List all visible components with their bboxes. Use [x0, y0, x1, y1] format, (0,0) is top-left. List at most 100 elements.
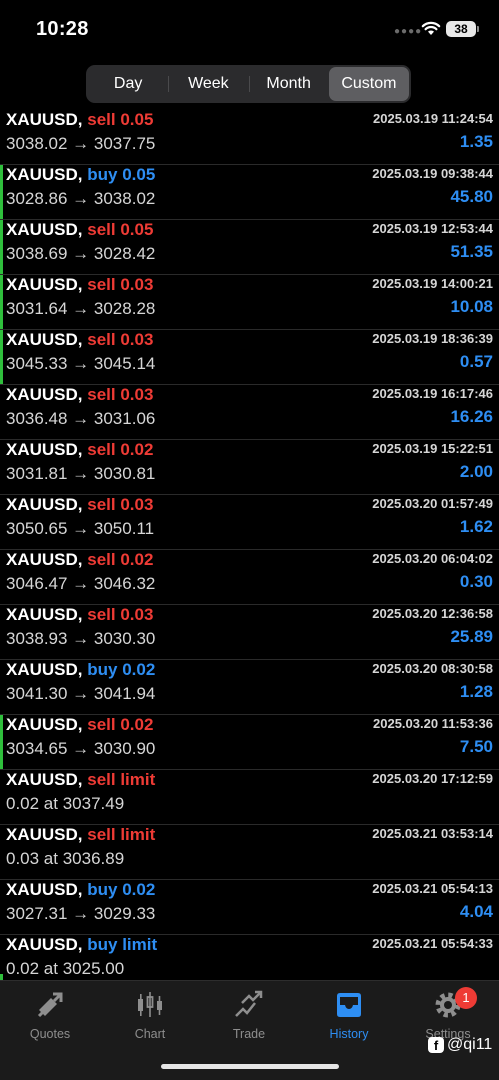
trade-profit: 10.08 — [450, 297, 493, 316]
trade-history-list: XAUUSD, sell 0.05 3038.02 → 3037.75 2025.0… — [0, 110, 499, 990]
trade-profit: 25.89 — [450, 627, 493, 646]
trade-price-detail: 0.03 at 3036.89 — [6, 849, 125, 868]
trade-timestamp: 2025.03.21 05:54:13 — [372, 881, 493, 896]
trade-title: XAUUSD, sell 0.03 — [6, 385, 153, 405]
trade-symbol: XAUUSD, — [6, 220, 83, 239]
trade-row[interactable]: XAUUSD, buy 0.02 3041.30 → 3041.94 2025.03… — [0, 660, 499, 715]
tab-chart[interactable]: Chart — [100, 987, 200, 1047]
filter-week[interactable]: Week — [168, 67, 248, 101]
cellular-signal-icon: ●●●● — [394, 26, 423, 37]
trade-timestamp: 2025.03.19 18:36:39 — [372, 331, 493, 346]
trade-price-detail: 3038.93 → 3030.30 — [6, 629, 156, 648]
trade-title: XAUUSD, sell 0.03 — [6, 495, 153, 515]
trade-row[interactable]: XAUUSD, sell limit 0.02 at 3037.49 2025.03… — [0, 770, 499, 825]
history-icon — [337, 993, 361, 1017]
trade-profit: 4.04 — [459, 902, 493, 921]
trade-row[interactable]: XAUUSD, sell 0.05 3038.69 → 3028.42 2025.0… — [0, 220, 499, 275]
trade-symbol: XAUUSD, — [6, 550, 83, 569]
trade-row[interactable]: XAUUSD, sell 0.05 3038.02 → 3037.75 2025.0… — [0, 110, 499, 165]
trade-timestamp: 2025.03.20 08:30:58 — [372, 661, 493, 676]
trade-timestamp: 2025.03.20 17:12:59 — [372, 771, 493, 786]
trade-side: buy limit — [87, 935, 158, 954]
trade-symbol: XAUUSD, — [6, 605, 83, 624]
trade-row[interactable]: XAUUSD, sell 0.02 3034.65 → 3030.90 2025.0… — [0, 715, 499, 770]
trade-timestamp: 2025.03.20 01:57:49 — [372, 496, 493, 511]
trade-symbol: XAUUSD, — [6, 495, 83, 514]
trade-symbol: XAUUSD, — [6, 935, 83, 954]
trade-price-detail: 3041.30 → 3041.94 — [6, 684, 156, 703]
battery-indicator: 38 — [446, 21, 479, 37]
trade-title: XAUUSD, sell 0.03 — [6, 275, 153, 295]
trade-side: sell 0.03 — [87, 330, 154, 349]
trade-profit: 45.80 — [450, 187, 493, 206]
trade-timestamp: 2025.03.19 16:17:46 — [372, 386, 493, 401]
trade-timestamp: 2025.03.19 11:24:54 — [373, 111, 493, 126]
trade-row[interactable]: XAUUSD, sell 0.03 3045.33 → 3045.14 2025.0… — [0, 330, 499, 385]
trade-side: sell 0.02 — [87, 550, 154, 569]
trade-side: sell 0.02 — [87, 440, 154, 459]
trade-price-detail: 3036.48 → 3031.06 — [6, 409, 156, 428]
trade-side: sell 0.03 — [87, 495, 154, 514]
tab-history[interactable]: History — [299, 987, 399, 1047]
facebook-icon: f — [428, 1037, 444, 1053]
trade-row[interactable]: XAUUSD, sell 0.02 3031.81 → 3030.81 2025.0… — [0, 440, 499, 495]
trade-price-detail: 3031.64 → 3028.28 — [6, 299, 156, 318]
trade-profit: 2.00 — [459, 462, 493, 481]
trade-row[interactable]: XAUUSD, sell 0.03 3031.64 → 3028.28 2025.0… — [0, 275, 499, 330]
trade-side: sell 0.03 — [87, 275, 154, 294]
trade-title: XAUUSD, sell 0.03 — [6, 330, 153, 350]
period-filter: Day Week Month Custom — [86, 65, 411, 103]
trade-profit: 0.30 — [459, 572, 493, 591]
trade-symbol: XAUUSD, — [6, 330, 83, 349]
tab-trade-label: Trade — [232, 1027, 266, 1041]
trade-title: XAUUSD, sell 0.02 — [6, 550, 153, 570]
trade-title: XAUUSD, buy 0.02 — [6, 660, 155, 680]
trade-title: XAUUSD, sell 0.03 — [6, 605, 153, 625]
tab-quotes-label: Quotes — [29, 1027, 71, 1041]
trade-symbol: XAUUSD, — [6, 770, 83, 789]
trade-row[interactable]: XAUUSD, sell 0.03 3036.48 → 3031.06 2025.0… — [0, 385, 499, 440]
trade-title: XAUUSD, buy limit — [6, 935, 157, 955]
tab-chart-label: Chart — [134, 1027, 166, 1041]
trade-row[interactable]: XAUUSD, sell 0.02 3046.47 → 3046.32 2025.0… — [0, 550, 499, 605]
filter-custom[interactable]: Custom — [328, 67, 409, 101]
trade-symbol: XAUUSD, — [6, 110, 83, 129]
trade-price-detail: 0.02 at 3025.00 — [6, 959, 125, 978]
trade-timestamp: 2025.03.19 15:22:51 — [372, 441, 493, 456]
tab-history-label: History — [329, 1027, 369, 1041]
tab-quotes[interactable]: Quotes — [0, 987, 100, 1047]
trade-profit: 51.35 — [450, 242, 493, 261]
trade-title: XAUUSD, sell limit — [6, 770, 155, 790]
quotes-icon — [37, 992, 63, 1018]
trade-price-detail: 3046.47 → 3046.32 — [6, 574, 156, 593]
trade-timestamp: 2025.03.19 12:53:44 — [372, 221, 493, 236]
watermark: f @qi11 — [428, 1036, 492, 1054]
trade-profit: 1.62 — [459, 517, 493, 536]
trade-side: sell 0.03 — [87, 605, 154, 624]
trade-title: XAUUSD, sell 0.02 — [6, 715, 153, 735]
trade-timestamp: 2025.03.21 03:53:14 — [372, 826, 493, 841]
trade-title: XAUUSD, sell 0.05 — [6, 110, 153, 130]
trade-row[interactable]: XAUUSD, buy 0.02 3027.31 → 3029.33 2025.03… — [0, 880, 499, 935]
filter-day[interactable]: Day — [88, 67, 168, 101]
trade-timestamp: 2025.03.21 05:54:33 — [372, 936, 493, 951]
tab-trade[interactable]: Trade — [199, 987, 299, 1047]
trade-side: buy 0.02 — [87, 880, 156, 899]
status-time: 10:28 — [36, 18, 89, 40]
filter-month[interactable]: Month — [248, 67, 329, 101]
trade-profit: 16.26 — [450, 407, 493, 426]
trade-side: sell limit — [87, 770, 156, 789]
trade-timestamp: 2025.03.19 09:38:44 — [372, 166, 493, 181]
trade-symbol: XAUUSD, — [6, 385, 83, 404]
trade-row[interactable]: XAUUSD, buy 0.05 3028.86 → 3038.02 2025.03… — [0, 165, 499, 220]
trade-symbol: XAUUSD, — [6, 880, 83, 899]
trade-price-detail: 0.02 at 3037.49 — [6, 794, 125, 813]
trade-symbol: XAUUSD, — [6, 165, 83, 184]
trade-row[interactable]: XAUUSD, sell limit 0.03 at 3036.89 2025.03… — [0, 825, 499, 880]
trade-price-detail: 3050.65 → 3050.11 — [6, 519, 155, 538]
trade-symbol: XAUUSD, — [6, 825, 83, 844]
trade-row[interactable]: XAUUSD, sell 0.03 3050.65 → 3050.11 2025.0… — [0, 495, 499, 550]
trade-title: XAUUSD, buy 0.05 — [6, 165, 155, 185]
trade-row[interactable]: XAUUSD, sell 0.03 3038.93 → 3030.30 2025.0… — [0, 605, 499, 660]
trade-side: sell 0.03 — [87, 385, 154, 404]
